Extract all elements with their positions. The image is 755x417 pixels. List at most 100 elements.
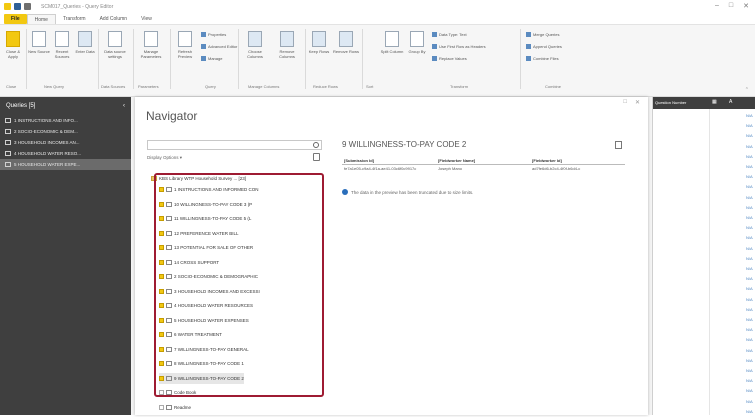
replace-values-button[interactable]: Replace Values bbox=[432, 55, 467, 62]
advanced-editor-button[interactable]: Advanced Editor bbox=[201, 43, 237, 50]
query-item-selected[interactable]: 5 HOUSEHOLD WATER EXPE... bbox=[0, 159, 131, 170]
navigator-item[interactable]: Readme bbox=[159, 402, 191, 413]
grid-cell[interactable]: N/A bbox=[710, 172, 755, 182]
recent-sources-button[interactable]: Recent Sources bbox=[51, 31, 73, 59]
grid-cell[interactable]: N/A bbox=[710, 182, 755, 192]
collapse-pane-icon[interactable]: ‹ bbox=[123, 103, 125, 109]
window-title: SCM017_Queries - Query Editor bbox=[41, 3, 114, 10]
grid-column-header[interactable]: Question Number bbox=[655, 100, 686, 105]
maximize-button[interactable]: □ bbox=[729, 2, 733, 10]
grid-cell[interactable]: N/A bbox=[710, 335, 755, 345]
combine-files-button[interactable]: Combine Files bbox=[526, 55, 559, 62]
grid-cell[interactable]: N/A bbox=[710, 274, 755, 284]
query-item[interactable]: 1 INSTRUCTIONS AND INFO... bbox=[0, 115, 131, 126]
append-queries-button[interactable]: Append Queries bbox=[526, 43, 562, 50]
append-queries-label: Append Queries bbox=[533, 44, 562, 49]
enter-data-label: Enter Data bbox=[75, 49, 95, 54]
undo-icon[interactable] bbox=[24, 3, 31, 10]
tab-home[interactable]: Home bbox=[26, 13, 56, 24]
grid-cell[interactable]: N/A bbox=[710, 366, 755, 376]
new-source-button[interactable]: New Source bbox=[28, 31, 50, 54]
collapse-ribbon-icon[interactable]: ⌃ bbox=[745, 87, 749, 93]
display-options-dropdown[interactable]: Display Options ▾ bbox=[147, 155, 182, 161]
tab-view[interactable]: View bbox=[134, 14, 159, 24]
group-label-parameters: Parameters bbox=[138, 84, 159, 89]
split-column-icon bbox=[385, 31, 399, 47]
grid-cell[interactable]: N/A bbox=[710, 203, 755, 213]
advanced-editor-icon bbox=[201, 44, 206, 49]
grid-cell[interactable]: N/A bbox=[710, 152, 755, 162]
grid-cell[interactable]: N/A bbox=[710, 386, 755, 396]
close-apply-button[interactable]: Close & Apply bbox=[2, 31, 24, 59]
search-icon[interactable] bbox=[313, 142, 319, 148]
tab-transform[interactable]: Transform bbox=[56, 14, 93, 24]
data-type-dropdown[interactable]: Data Type: Text bbox=[432, 31, 467, 38]
grid-cell[interactable]: N/A bbox=[710, 193, 755, 203]
remove-columns-label: Remove Columns bbox=[279, 49, 295, 59]
use-first-row-icon bbox=[432, 44, 437, 49]
grid-cell[interactable]: N/A bbox=[710, 233, 755, 243]
grid-cell[interactable]: N/A bbox=[710, 346, 755, 356]
grid-cell[interactable]: N/A bbox=[710, 407, 755, 417]
merge-queries-button[interactable]: Merge Queries bbox=[526, 31, 559, 38]
dialog-restore-icon[interactable]: □ bbox=[623, 99, 627, 106]
remove-rows-label: Remove Rows bbox=[333, 49, 360, 54]
grid-cell[interactable]: N/A bbox=[710, 325, 755, 335]
use-first-row-button[interactable]: Use First Row as Headers bbox=[432, 43, 486, 50]
queries-pane-header: Queries [5] ‹ bbox=[0, 97, 131, 115]
manage-parameters-button[interactable]: Manage Parameters bbox=[136, 31, 166, 59]
grid-cell[interactable]: N/A bbox=[710, 162, 755, 172]
query-item[interactable]: 4 HOUSEHOLD WATER RESO... bbox=[0, 148, 131, 159]
query-item-label: 1 INSTRUCTIONS AND INFO... bbox=[14, 118, 78, 123]
grid-cell[interactable]: N/A bbox=[710, 223, 755, 233]
remove-rows-button[interactable]: Remove Rows bbox=[333, 31, 359, 54]
choose-columns-button[interactable]: Choose Columns bbox=[240, 31, 270, 59]
grid-cell[interactable]: N/A bbox=[710, 397, 755, 407]
title-bar: SCM017_Queries - Query Editor – □ ✕ bbox=[0, 0, 755, 13]
tab-file[interactable]: File bbox=[4, 13, 27, 24]
grid-cell[interactable]: N/A bbox=[710, 121, 755, 131]
new-source-label: New Source bbox=[28, 49, 50, 54]
grid-cell[interactable]: N/A bbox=[710, 295, 755, 305]
use-first-row-label: Use First Row as Headers bbox=[439, 44, 486, 49]
data-source-settings-icon bbox=[108, 31, 122, 47]
tab-add-column[interactable]: Add Column bbox=[93, 14, 135, 24]
grid-cell[interactable]: N/A bbox=[710, 213, 755, 223]
grid-cell[interactable]: N/A bbox=[710, 244, 755, 254]
grid-cell[interactable]: N/A bbox=[710, 356, 755, 366]
remove-columns-button[interactable]: Remove Columns bbox=[272, 31, 302, 59]
grid-cell[interactable]: N/A bbox=[710, 111, 755, 121]
item-checkbox[interactable] bbox=[159, 404, 164, 410]
data-source-settings-button[interactable]: Data source settings bbox=[100, 31, 130, 59]
table-menu-icon[interactable]: ▦ bbox=[712, 99, 717, 105]
display-options-label: Display Options bbox=[147, 155, 179, 160]
combine-files-icon bbox=[526, 56, 531, 61]
properties-button[interactable]: Properties bbox=[201, 31, 226, 38]
group-by-button[interactable]: Group By bbox=[406, 31, 428, 54]
manage-button[interactable]: Manage bbox=[201, 55, 222, 62]
split-column-button[interactable]: Split Column bbox=[380, 31, 404, 54]
refresh-preview-button[interactable]: Refresh Preview bbox=[172, 31, 198, 59]
grid-cell[interactable]: N/A bbox=[710, 264, 755, 274]
query-item[interactable]: 2 SOCIO-ECONOMIC & DEM... bbox=[0, 126, 131, 137]
column-type-icon[interactable]: A bbox=[729, 99, 732, 105]
grid-cell[interactable]: N/A bbox=[710, 131, 755, 141]
minimize-button[interactable]: – bbox=[715, 2, 719, 10]
save-icon[interactable] bbox=[14, 3, 21, 10]
grid-cell[interactable]: N/A bbox=[710, 315, 755, 325]
grid-cell[interactable]: N/A bbox=[710, 305, 755, 315]
search-input[interactable] bbox=[147, 140, 322, 150]
keep-rows-button[interactable]: Keep Rows bbox=[307, 31, 331, 54]
keep-rows-icon bbox=[312, 31, 326, 47]
query-item[interactable]: 3 HOUSEHOLD INCOMES AN... bbox=[0, 137, 131, 148]
dialog-close-icon[interactable]: ✕ bbox=[635, 99, 640, 106]
grid-cell[interactable]: N/A bbox=[710, 284, 755, 294]
export-icon[interactable] bbox=[615, 141, 622, 149]
navigator-item-label: Readme bbox=[174, 404, 192, 410]
grid-cell[interactable]: N/A bbox=[710, 142, 755, 152]
grid-cell[interactable]: N/A bbox=[710, 254, 755, 264]
refresh-icon[interactable] bbox=[313, 153, 320, 161]
enter-data-button[interactable]: Enter Data bbox=[74, 31, 96, 54]
grid-cell[interactable]: N/A bbox=[710, 376, 755, 386]
close-button[interactable]: ✕ bbox=[743, 2, 749, 10]
